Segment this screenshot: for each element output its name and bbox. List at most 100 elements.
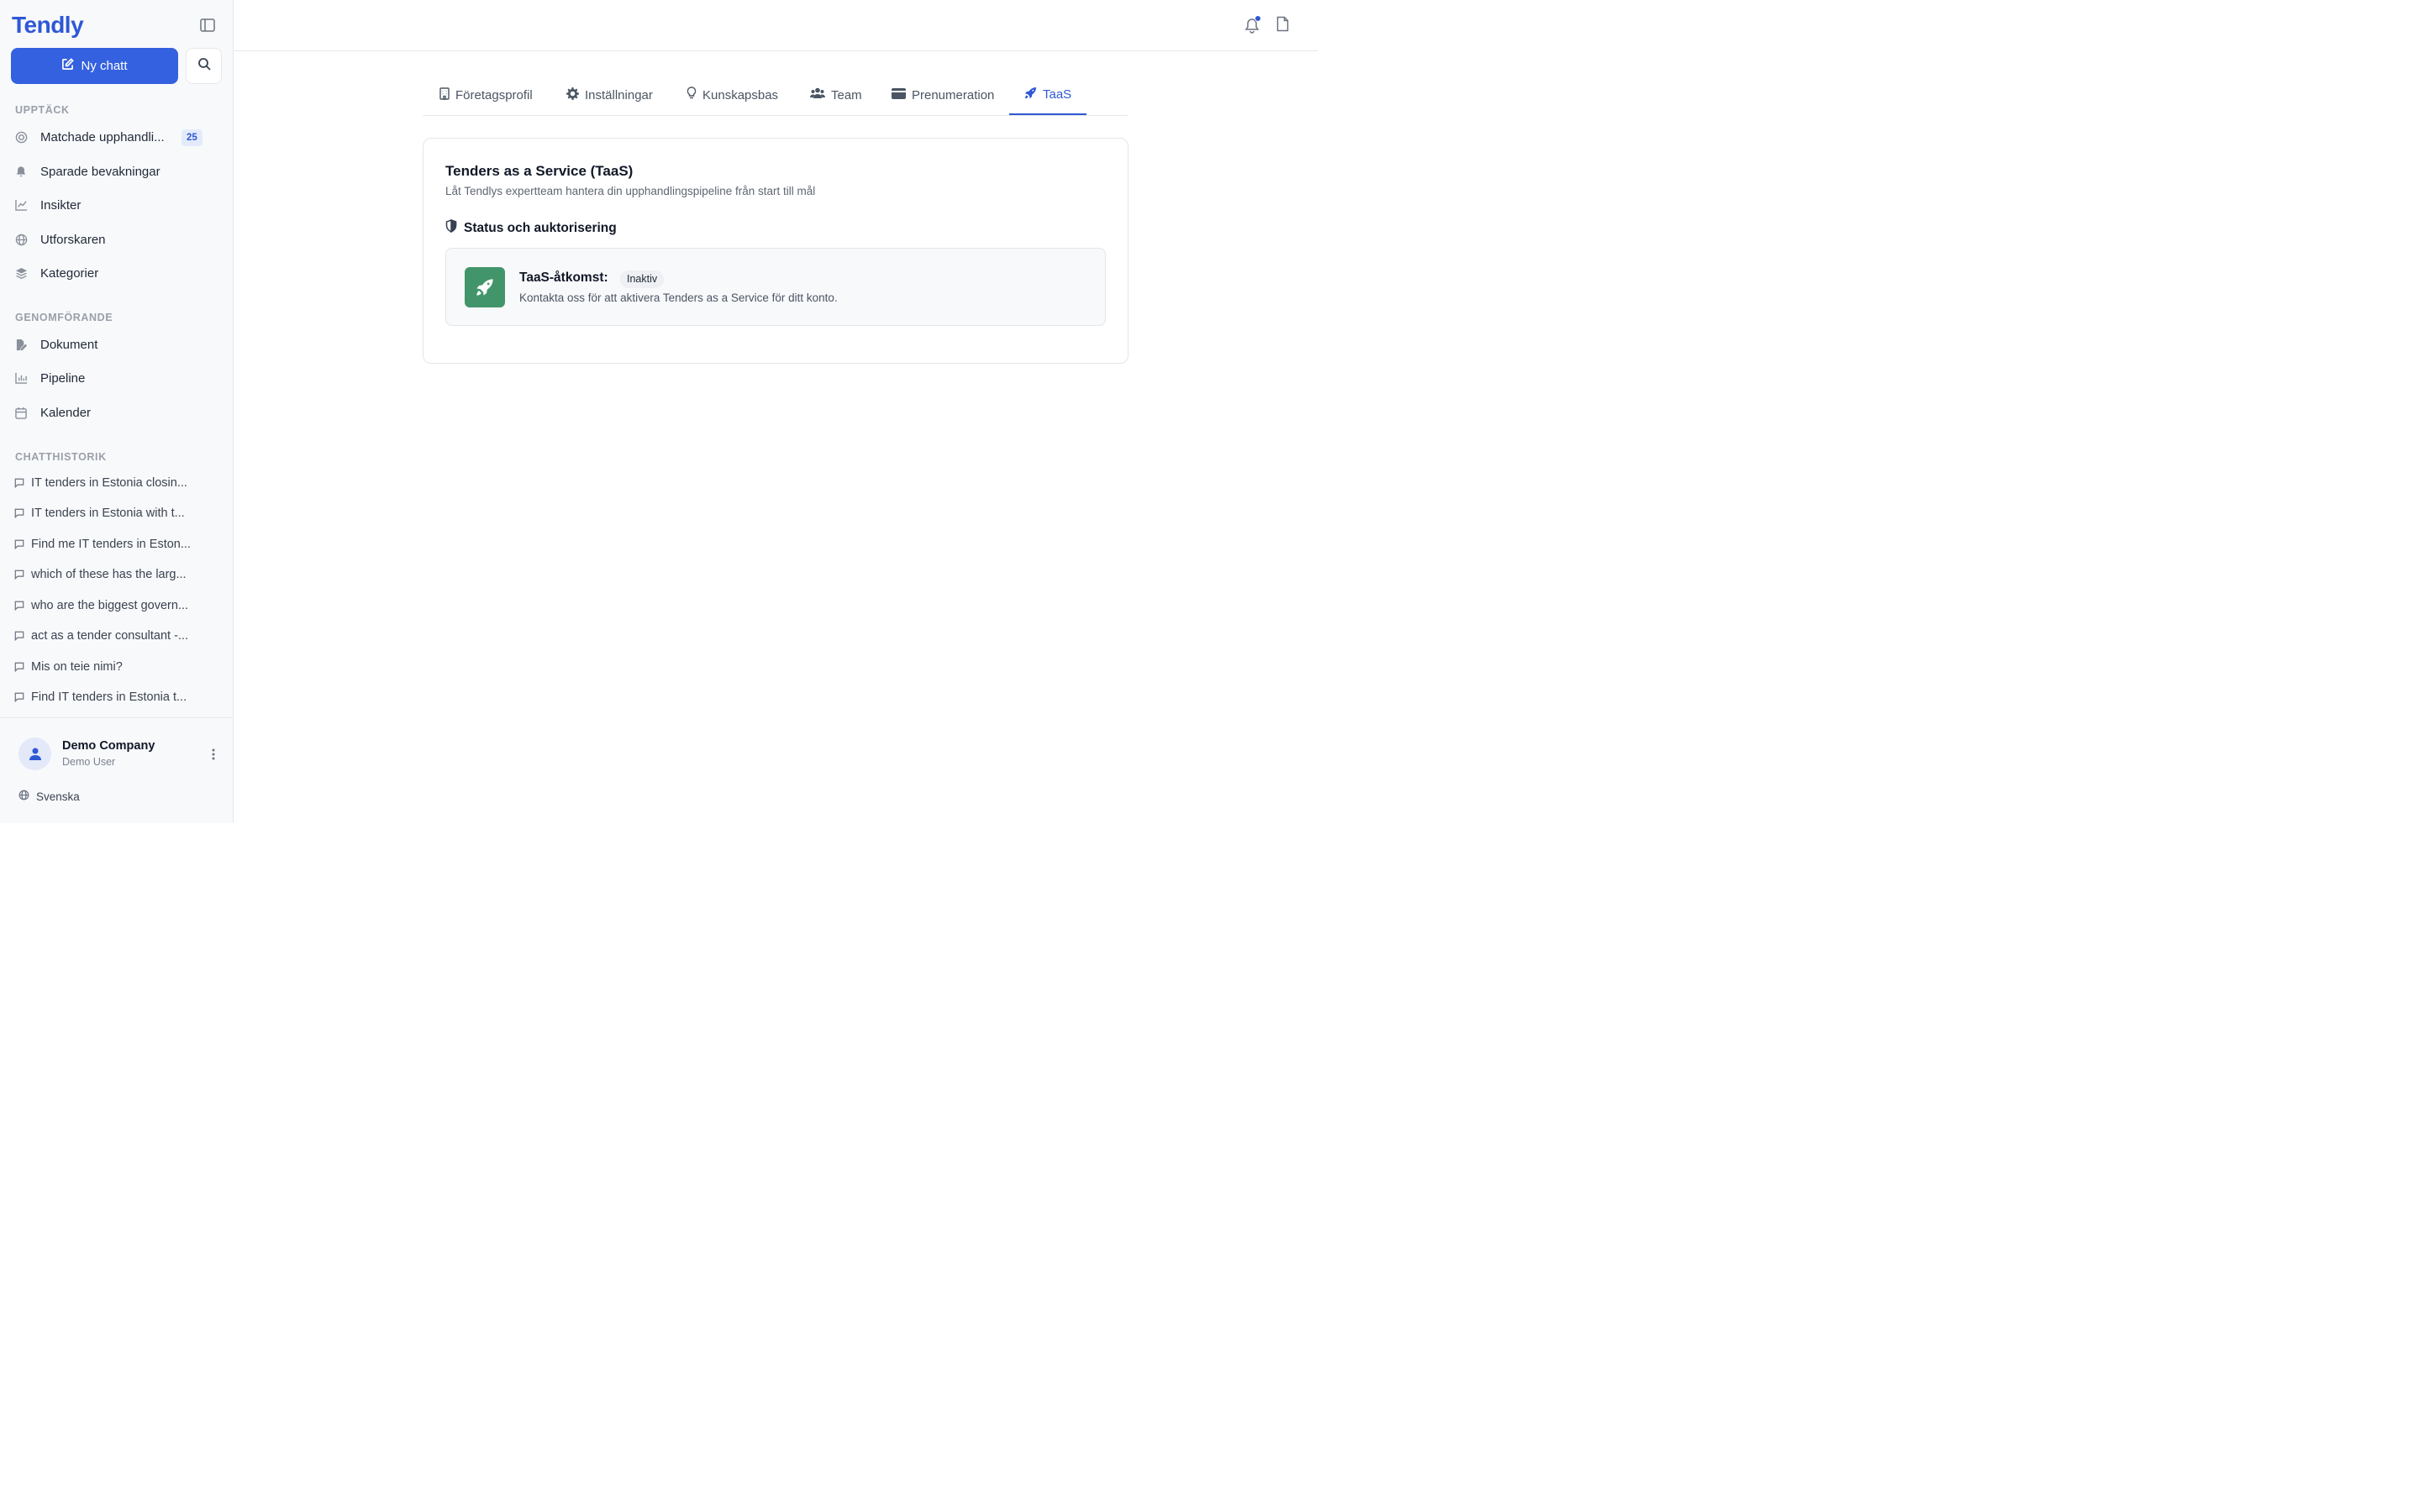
sidebar-toggle-icon[interactable] (198, 17, 217, 34)
rocket-icon (465, 267, 505, 307)
line-chart-icon (15, 199, 37, 211)
tab-label: Prenumeration (912, 87, 995, 102)
chat-bubble-icon (14, 692, 29, 702)
chat-history-label: which of these has the larg... (31, 568, 187, 581)
sidebar-item-label: Kalender (40, 405, 92, 420)
chat-history-label: Find IT tenders in Estonia t... (31, 690, 187, 704)
new-chat-label: Ny chatt (81, 59, 128, 73)
chat-history-item[interactable]: IT tenders in Estonia with t... (11, 501, 223, 526)
section-label-discover: UPPTÄCK (15, 104, 70, 116)
target-icon (15, 131, 37, 144)
chat-bubble-icon (14, 570, 29, 580)
sidebar-item-explorer[interactable]: Utforskaren (11, 224, 223, 255)
gear-icon (566, 87, 579, 103)
divider (0, 717, 234, 718)
credit-card-icon (892, 87, 906, 102)
tab-taas[interactable]: TaaS (1009, 75, 1087, 115)
taas-card: Tenders as a Service (TaaS) Låt Tendlys … (423, 138, 1128, 364)
sidebar-item-categories[interactable]: Kategorier (11, 258, 223, 288)
search-button[interactable] (186, 48, 222, 84)
sidebar-item-documents[interactable]: Dokument (11, 329, 223, 360)
chat-history-item[interactable]: which of these has the larg... (11, 562, 223, 587)
document-button[interactable] (1276, 16, 1292, 34)
access-label: TaaS-åtkomst: (519, 270, 608, 285)
status-section-heading: Status och auktorisering (445, 218, 617, 237)
app-logo[interactable]: Tendly (12, 12, 84, 39)
layers-icon (15, 267, 37, 280)
chat-bubble-icon (14, 508, 29, 518)
tab-company-profile[interactable]: Företagsprofil (424, 75, 548, 115)
users-icon (810, 87, 825, 102)
chat-history-item[interactable]: act as a tender consultant -... (11, 623, 223, 648)
chat-history-label: who are the biggest govern... (31, 599, 189, 612)
lightbulb-icon (687, 87, 697, 103)
chat-bubble-icon (14, 539, 29, 549)
card-subtitle: Låt Tendlys expertteam hantera din uppha… (445, 185, 816, 197)
globe-icon (15, 234, 37, 246)
bar-chart-icon (15, 372, 37, 384)
tab-team[interactable]: Team (795, 75, 877, 115)
sidebar-item-insights[interactable]: Insikter (11, 190, 223, 220)
status-badge: Inaktiv (620, 270, 665, 288)
tab-label: Team (831, 87, 862, 102)
user-card[interactable]: Demo Company Demo User (18, 736, 224, 773)
settings-tabs: Företagsprofil Inställningar Kunskapsbas… (423, 75, 1128, 116)
sidebar-item-label: Kategorier (40, 265, 99, 281)
sidebar-item-label: Dokument (40, 337, 98, 352)
tab-settings[interactable]: Inställningar (551, 75, 668, 115)
access-description: Kontakta oss för att aktivera Tenders as… (519, 291, 838, 304)
sidebar-item-label: Matchade upphandli... (40, 129, 165, 144)
sidebar: Tendly Ny chatt UPPTÄCK Matchade upphand… (0, 0, 234, 823)
chat-history-item[interactable]: Mis on teie nimi? (11, 654, 223, 680)
search-icon (197, 57, 211, 75)
taas-status-box: TaaS-åtkomst: Inaktiv Kontakta oss för a… (445, 248, 1106, 326)
edit-icon (61, 58, 75, 74)
building-icon (439, 87, 450, 103)
chat-history-item[interactable]: IT tenders in Estonia closin... (11, 470, 223, 496)
file-icon (1276, 16, 1289, 35)
chat-history-label: Mis on teie nimi? (31, 660, 123, 674)
rocket-icon (1024, 87, 1037, 102)
calendar-icon (15, 407, 37, 419)
language-label: Svenska (36, 790, 80, 803)
card-title: Tenders as a Service (TaaS) (445, 163, 634, 179)
more-vertical-icon[interactable] (207, 746, 220, 763)
user-role: Demo User (62, 756, 116, 768)
tab-label: Kunskapsbas (702, 87, 779, 102)
chat-bubble-icon (14, 601, 29, 611)
globe-icon (18, 790, 29, 803)
chat-bubble-icon (14, 631, 29, 641)
user-name: Demo Company (62, 739, 155, 753)
shield-icon (445, 218, 457, 237)
sidebar-item-label: Pipeline (40, 370, 86, 386)
avatar (18, 738, 51, 770)
section-title: Status och auktorisering (464, 220, 617, 235)
section-label-chat-history: CHATTHISTORIK (15, 451, 107, 463)
chat-bubble-icon (14, 662, 29, 672)
chat-history-item[interactable]: Find IT tenders in Estonia t... (11, 685, 223, 710)
tab-subscription[interactable]: Prenumeration (876, 75, 1009, 115)
tab-label: Företagsprofil (455, 87, 533, 102)
tab-knowledge-base[interactable]: Kunskapsbas (671, 75, 793, 115)
notifications-button[interactable] (1244, 15, 1263, 35)
chat-history-item[interactable]: Find me IT tenders in Eston... (11, 532, 223, 557)
tab-label: TaaS (1043, 87, 1072, 102)
sidebar-item-label: Utforskaren (40, 232, 106, 247)
chat-history-label: Find me IT tenders in Eston... (31, 538, 191, 551)
count-badge: 25 (182, 129, 203, 146)
chat-bubble-icon (14, 478, 29, 488)
sidebar-item-matched-tenders[interactable]: Matchade upphandli... 25 (11, 122, 223, 152)
chat-history-label: act as a tender consultant -... (31, 629, 188, 643)
sidebar-item-calendar[interactable]: Kalender (11, 397, 223, 428)
sidebar-item-label: Sparade bevakningar (40, 164, 160, 179)
sidebar-item-pipeline[interactable]: Pipeline (11, 363, 223, 393)
chat-history-label: IT tenders in Estonia closin... (31, 476, 187, 490)
new-chat-button[interactable]: Ny chatt (11, 48, 178, 84)
chat-history-item[interactable]: who are the biggest govern... (11, 593, 223, 618)
tab-label: Inställningar (585, 87, 653, 102)
section-label-execution: GENOMFÖRANDE (15, 312, 113, 323)
notification-dot (1255, 15, 1261, 22)
sidebar-item-saved-watches[interactable]: Sparade bevakningar (11, 156, 223, 186)
language-selector[interactable]: Svenska (18, 790, 80, 803)
top-bar (234, 0, 1318, 51)
